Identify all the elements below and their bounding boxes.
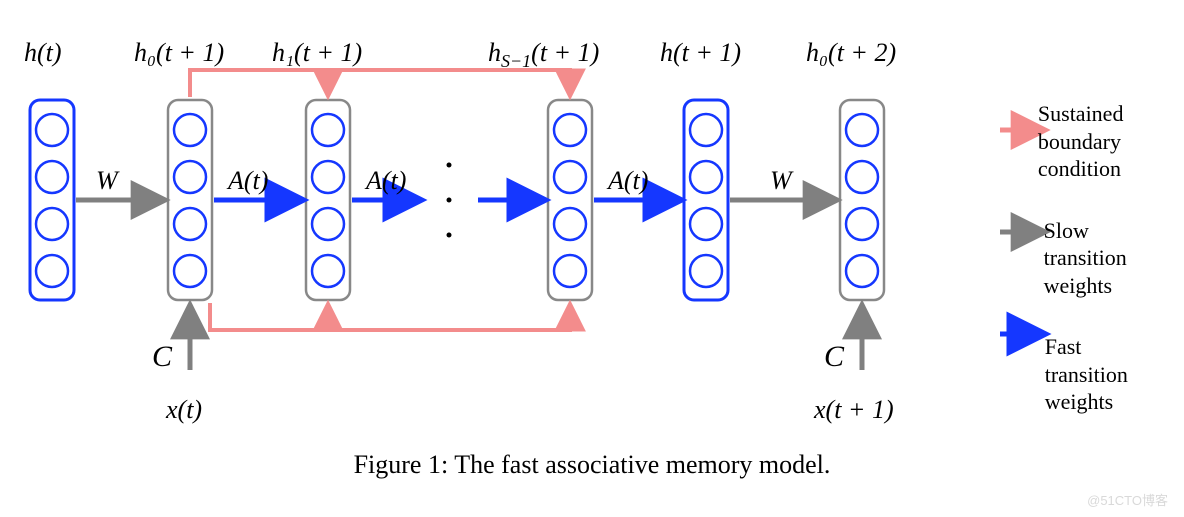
- node-h-t1: [684, 100, 728, 300]
- label-A-2: A(t): [366, 166, 406, 196]
- label-x-t: x(t): [166, 395, 202, 425]
- label-W-2: W: [770, 166, 792, 196]
- label-h-t1: h(t + 1): [660, 38, 741, 68]
- sustained-top: [190, 70, 570, 97]
- label-h0-t2: h₀(t + 2): [806, 38, 896, 68]
- legend-slow: Slow transition weights: [1010, 217, 1160, 300]
- watermark: @51CTO博客: [1087, 490, 1168, 509]
- legend-fast: Fast transition weights: [1010, 333, 1160, 416]
- label-W-1: W: [96, 166, 118, 196]
- node-hSminus1-t1: [548, 100, 592, 300]
- label-h-t: h(t): [24, 38, 62, 68]
- diagram-svg: [0, 0, 1184, 517]
- label-A-3: A(t): [608, 166, 648, 196]
- label-h1-t1: h₁(t + 1): [272, 38, 362, 68]
- label-x-t1: x(t + 1): [814, 395, 894, 425]
- label-h0-t1: h₀(t + 1): [134, 38, 224, 68]
- diagram-canvas: h(t) h₀(t + 1) h₁(t + 1) hS−1(t + 1) h(t…: [0, 0, 1184, 517]
- label-C-1: C: [152, 340, 172, 374]
- node-h0-t2: [840, 100, 884, 300]
- label-A-1: A(t): [228, 166, 268, 196]
- node-h1-t1: [306, 100, 350, 300]
- legend: Sustained boundary condition Slow transi…: [1010, 100, 1160, 450]
- legend-sustained: Sustained boundary condition: [1010, 100, 1160, 183]
- figure-caption: Figure 1: The fast associative memory mo…: [0, 450, 1184, 480]
- node-h-t: [30, 100, 74, 300]
- sustained-bottom: [210, 303, 570, 330]
- node-h0-t1: [168, 100, 212, 300]
- label-C-2: C: [824, 340, 844, 374]
- label-hS-t1: hS−1(t + 1): [488, 38, 599, 72]
